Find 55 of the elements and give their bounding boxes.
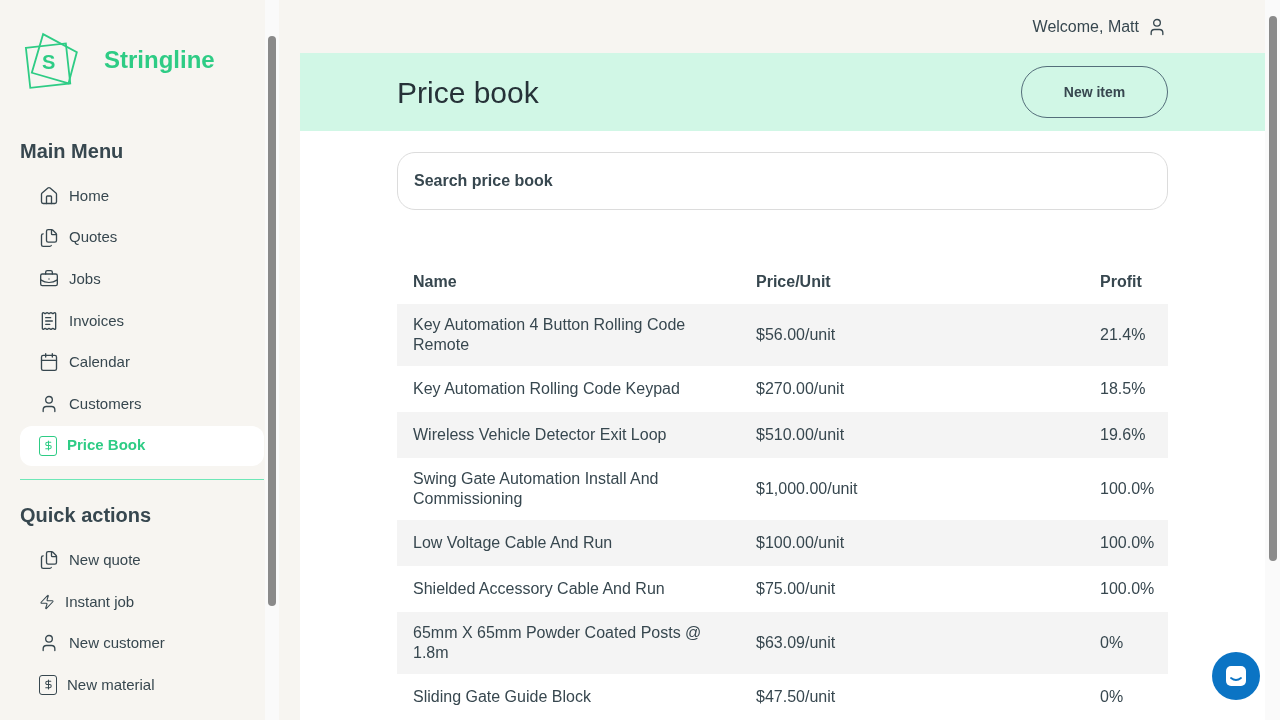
logo-letter: S	[42, 50, 56, 75]
welcome-text: Welcome, Matt	[1032, 16, 1139, 37]
sidebar-scrollbar[interactable]	[265, 0, 279, 720]
table-cell-text: 0%	[1100, 633, 1125, 653]
column-header: Name	[413, 272, 458, 292]
page-scrollbar[interactable]	[1265, 0, 1280, 720]
nav-item[interactable]: Instant job	[20, 581, 264, 622]
chat-icon	[1225, 665, 1247, 687]
section-title: Quick actions	[20, 503, 153, 529]
documents-icon	[39, 550, 59, 571]
home-icon	[39, 186, 59, 206]
section-title: Main Menu	[20, 139, 125, 164]
nav-item[interactable]: Jobs	[20, 259, 264, 300]
receipt-icon	[39, 310, 59, 331]
table-cell-text: $56.00/unit	[756, 325, 837, 345]
table-cell-text: Sliding Gate Guide Block	[413, 687, 592, 707]
dollar-icon	[39, 435, 57, 456]
table-cell-text: 100.0%	[1100, 533, 1155, 553]
dollar-icon	[39, 674, 57, 695]
search-field[interactable]: Search price book	[397, 152, 1168, 210]
table-cell-text: 100.0%	[1100, 579, 1155, 599]
table-cell-text: $1,000.00/unit	[756, 479, 859, 499]
nav-item[interactable]: New quote	[20, 540, 264, 581]
table-cell-text: 100.0%	[1100, 479, 1155, 499]
table-cell-text: Low Voltage Cable And Run	[413, 533, 614, 553]
table-cell-text: Swing Gate Automation Install And Commissioning	[413, 469, 660, 509]
table-cell-text: 0%	[1100, 687, 1125, 707]
nav-item[interactable]: Customers	[20, 383, 264, 424]
brand-name: Stringline	[104, 45, 215, 75]
table-cell-text: 21.4%	[1100, 325, 1147, 345]
nav-item[interactable]: New material	[20, 664, 264, 705]
documents-icon	[39, 227, 59, 248]
table-cell-text: 65mm X 65mm Powder Coated Posts @ 1.8m	[413, 623, 703, 663]
table-cell-text: $270.00/unit	[756, 379, 846, 399]
nav-item[interactable]: New customer	[20, 623, 264, 664]
table-cell-text: $47.50/unit	[756, 687, 837, 707]
nav-item[interactable]: Calendar	[20, 342, 264, 383]
table-cell-text: 19.6%	[1100, 425, 1147, 445]
page-title: Price book	[397, 74, 539, 111]
table-cell-text: $63.09/unit	[756, 633, 837, 653]
table-cell-text: Shielded Accessory Cable And Run	[413, 579, 666, 599]
nav-item[interactable]: Quotes	[20, 217, 264, 258]
table-cell-text: Key Automation 4 Button Rolling Code Remote	[413, 315, 687, 355]
table-cell-text: $100.00/unit	[756, 533, 846, 553]
column-header: Profit	[1100, 272, 1143, 292]
table-cell-text: Key Automation Rolling Code Keypad	[413, 379, 681, 399]
table-cell-text: $510.00/unit	[756, 425, 846, 445]
lightning-icon	[39, 593, 55, 610]
table-cell-text: 18.5%	[1100, 379, 1147, 399]
nav-item[interactable]: Invoices	[20, 300, 264, 341]
calendar-icon	[39, 352, 59, 373]
table-cell-text: $75.00/unit	[756, 579, 837, 599]
column-header: Price/Unit	[756, 272, 832, 292]
table-cell-text: Wireless Vehicle Detector Exit Loop	[413, 425, 668, 445]
nav-item[interactable]: Home	[20, 176, 264, 216]
